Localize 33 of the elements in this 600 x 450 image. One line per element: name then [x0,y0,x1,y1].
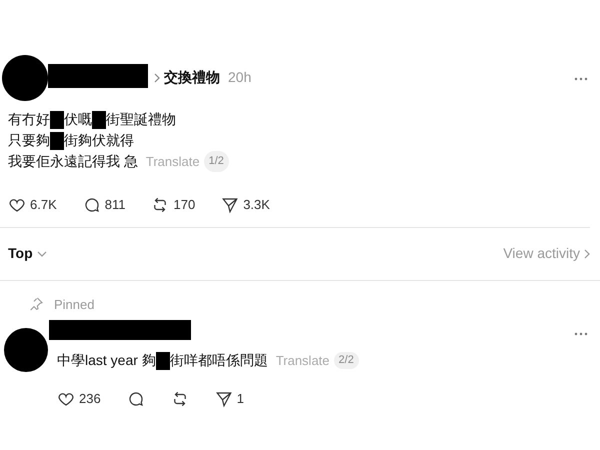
comment-icon [126,390,145,408]
comment-button[interactable]: 811 [82,195,126,214]
chevron-right-icon [154,72,160,82]
chevron-right-icon [584,248,590,258]
send-icon [214,390,233,408]
share-button[interactable]: 1 [214,389,244,408]
redaction-block [156,352,170,370]
post-time: 20h [228,68,252,87]
more-icon[interactable] [574,332,588,336]
like-button[interactable]: 236 [57,389,101,408]
send-icon [221,196,240,214]
share-button[interactable]: 3.3K [221,195,270,214]
like-button[interactable]: 6.7K [8,195,57,214]
topic-link[interactable]: 交換禮物 [164,67,220,88]
avatar[interactable] [4,328,48,372]
reply-text: 中學last year 夠 街咩都唔係問題 [57,350,268,371]
page-indicator: 1/2 [204,151,229,172]
pinned-label: Pinned [54,296,94,314]
chevron-down-icon [36,250,47,256]
redaction-block [92,111,106,130]
comment-button[interactable] [126,390,145,408]
sort-dropdown[interactable]: Top [8,243,47,264]
comment-icon [82,196,101,214]
redaction-block [50,132,64,150]
post-text: 只要夠 街夠伏就得 [8,130,134,151]
more-icon[interactable] [574,77,588,81]
repost-button[interactable]: 170 [151,195,196,214]
page-indicator: 2/2 [334,352,359,369]
post-text: 有冇好 伏嘅 街聖誕禮物 [8,109,176,130]
post-text: 我要佢永遠記得我 急 [8,152,138,171]
redaction-block [50,111,64,130]
avatar[interactable] [2,55,48,101]
pin-icon [28,296,44,312]
